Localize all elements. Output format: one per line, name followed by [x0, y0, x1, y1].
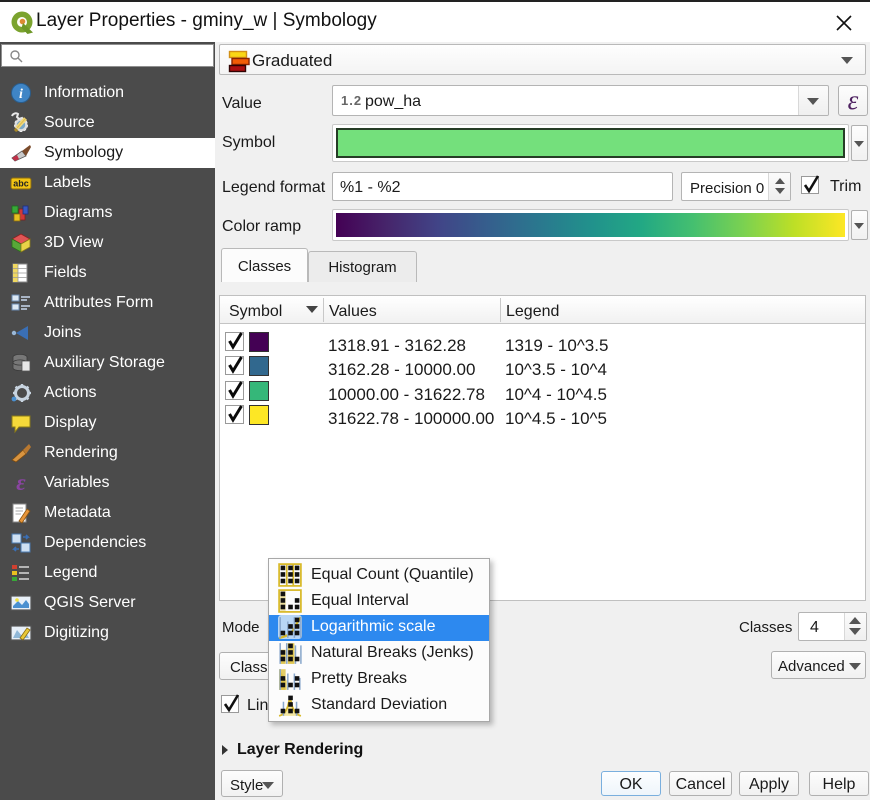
svg-text:i: i	[19, 87, 23, 102]
svg-text:ε: ε	[16, 472, 26, 494]
svg-text:abc: abc	[13, 179, 29, 189]
